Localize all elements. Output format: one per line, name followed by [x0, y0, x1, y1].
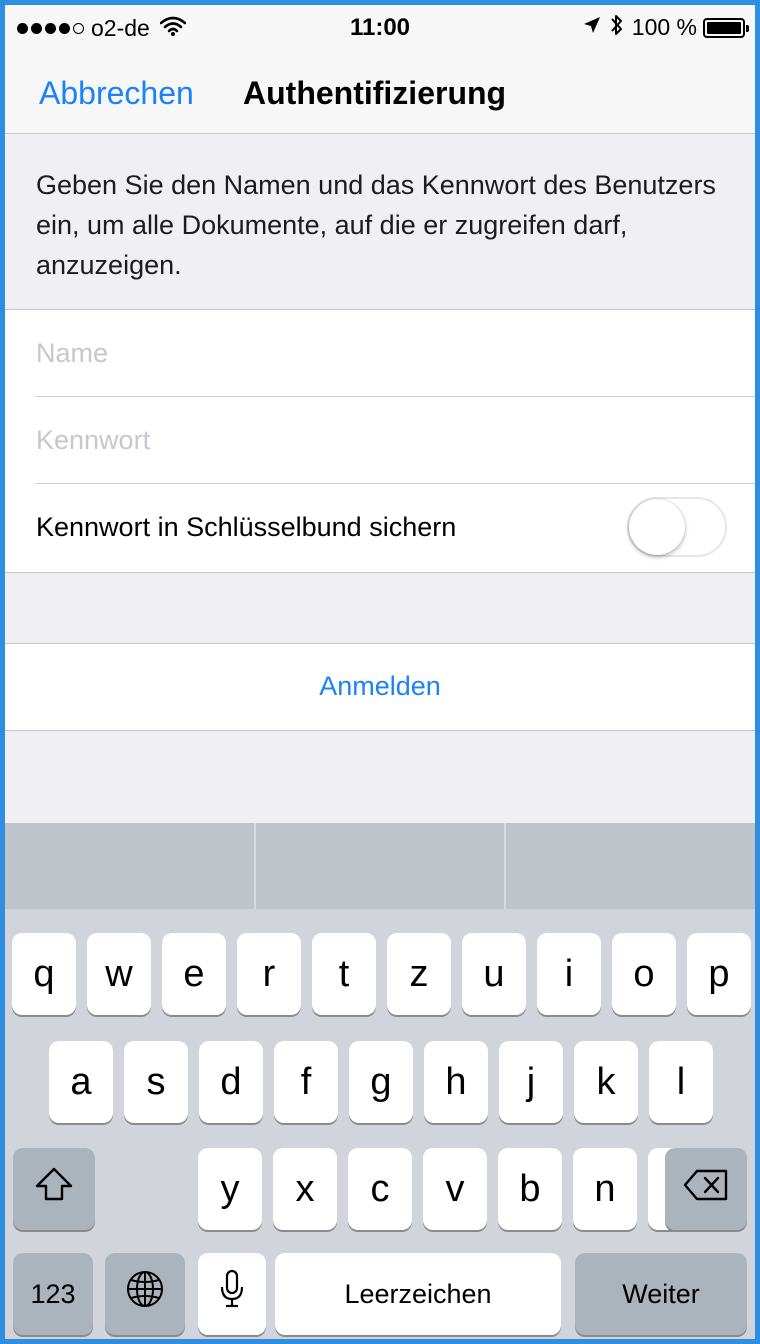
key-a[interactable]: a [49, 1041, 113, 1123]
key-r[interactable]: r [237, 933, 301, 1015]
keyboard: qwertzuiop asdfghjkl yxcvbnm 123 Leerzei… [5, 823, 755, 1339]
key-p[interactable]: p [687, 933, 751, 1015]
suggestion-slot[interactable] [256, 823, 507, 909]
name-row [5, 310, 755, 397]
password-input[interactable] [36, 397, 716, 484]
key-x[interactable]: x [273, 1148, 337, 1230]
login-group: Anmelden [5, 643, 755, 731]
description-text: Geben Sie den Namen und das Kennwort des… [36, 170, 716, 280]
key-s[interactable]: s [124, 1041, 188, 1123]
key-o[interactable]: o [612, 933, 676, 1015]
return-key[interactable]: Weiter [575, 1253, 747, 1335]
globe-key[interactable] [105, 1253, 185, 1335]
shift-key[interactable] [13, 1148, 95, 1230]
key-u[interactable]: u [462, 933, 526, 1015]
key-v[interactable]: v [423, 1148, 487, 1230]
page-title: Authentifizierung [243, 75, 507, 111]
key-k[interactable]: k [574, 1041, 638, 1123]
keychain-label: Kennwort in Schlüsselbund sichern [36, 512, 457, 542]
backspace-key[interactable] [665, 1148, 747, 1230]
screen-frame: o2-de 11:00 100 % Abbrechen Authentifizi… [0, 0, 760, 1344]
key-y[interactable]: y [198, 1148, 262, 1230]
status-right: 100 % [582, 13, 749, 42]
location-icon [582, 15, 602, 40]
globe-icon [125, 1269, 165, 1319]
key-z[interactable]: z [387, 933, 451, 1015]
key-b[interactable]: b [498, 1148, 562, 1230]
cancel-button[interactable]: Abbrechen [39, 75, 194, 112]
name-input[interactable] [36, 310, 716, 397]
status-bar: o2-de 11:00 100 % [5, 5, 755, 49]
key-d[interactable]: d [199, 1041, 263, 1123]
key-h[interactable]: h [424, 1041, 488, 1123]
numbers-key[interactable]: 123 [13, 1253, 93, 1335]
suggestion-slot[interactable] [5, 823, 256, 909]
shift-icon [34, 1166, 74, 1212]
space-key[interactable]: Leerzeichen [275, 1253, 561, 1335]
key-q[interactable]: q [12, 933, 76, 1015]
login-button[interactable]: Anmelden [5, 671, 755, 702]
key-f[interactable]: f [274, 1041, 338, 1123]
credentials-group: Kennwort in Schlüsselbund sichern [5, 309, 755, 573]
key-w[interactable]: w [87, 933, 151, 1015]
microphone-key[interactable] [198, 1253, 266, 1335]
toggle-knob [629, 499, 685, 555]
key-e[interactable]: e [162, 933, 226, 1015]
key-c[interactable]: c [348, 1148, 412, 1230]
key-i[interactable]: i [537, 933, 601, 1015]
bluetooth-icon [610, 13, 624, 42]
key-l[interactable]: l [649, 1041, 713, 1123]
microphone-icon [219, 1269, 245, 1319]
battery-icon [703, 17, 749, 38]
keychain-row: Kennwort in Schlüsselbund sichern [5, 484, 755, 571]
key-n[interactable]: n [573, 1148, 637, 1230]
key-g[interactable]: g [349, 1041, 413, 1123]
keychain-toggle[interactable] [627, 497, 727, 557]
key-j[interactable]: j [499, 1041, 563, 1123]
backspace-icon [683, 1168, 729, 1211]
suggestion-bar [5, 823, 755, 909]
key-t[interactable]: t [312, 933, 376, 1015]
password-row [5, 397, 755, 484]
navigation-bar: Abbrechen Authentifizierung [5, 49, 755, 134]
suggestion-slot[interactable] [506, 823, 755, 909]
battery-percent: 100 % [631, 14, 697, 40]
